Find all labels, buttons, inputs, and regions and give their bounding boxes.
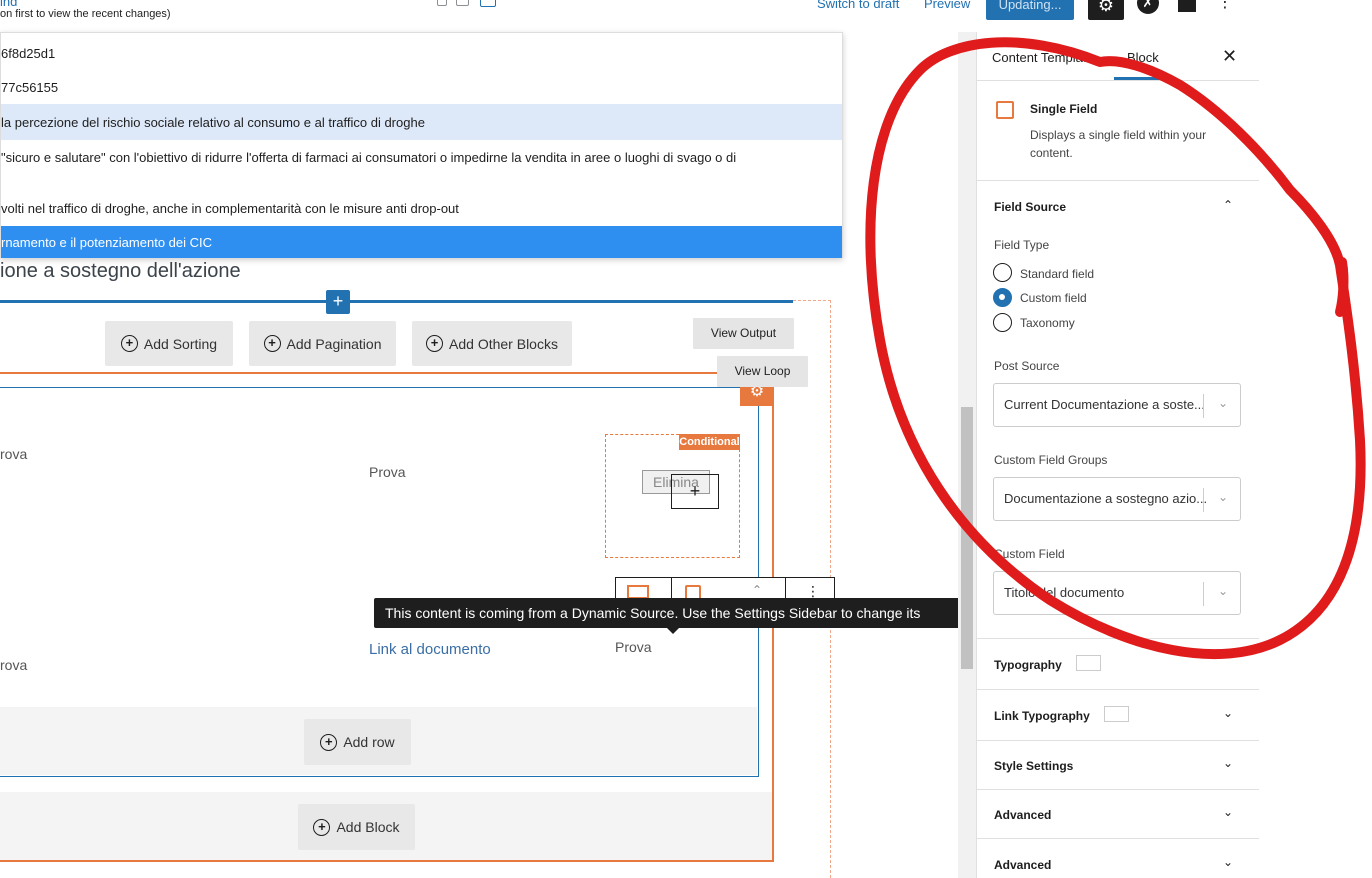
document-link[interactable]: Link al documento [369,641,491,658]
color-swatch[interactable] [1104,706,1129,722]
more-options-icon[interactable]: ⋮ [1217,0,1233,12]
post-source-label: Post Source [994,359,1060,373]
settings-gear-icon[interactable]: ⚙ [1088,0,1124,20]
custom-field-groups-select[interactable]: Documentazione a sostegno azio... ⌄ [993,477,1241,521]
dropdown-item[interactable]: "sicuro e salutare" con l'obiettivo di r… [1,140,842,192]
single-field-icon [996,101,1014,119]
divider [977,789,1259,790]
divider [977,740,1259,741]
add-block-button[interactable]: + Add Block [298,804,415,850]
custom-field-groups-label: Custom Field Groups [994,453,1108,467]
block-divider [0,300,793,303]
add-circle-icon: + [320,733,338,751]
tooltip-arrow [666,627,680,634]
custom-field-select[interactable]: Titolo del documento ⌄ [993,571,1241,615]
mobile-preview-icon[interactable] [437,0,447,6]
close-icon[interactable]: ✕ [1222,46,1237,67]
chevron-down-icon: ⌄ [1217,490,1228,504]
yoast-seo-icon[interactable]: ✗ [1137,0,1159,14]
notice-text: on first to view the recent changes) [0,8,171,20]
divider [977,838,1259,839]
style-settings-panel[interactable]: Style Settings [994,759,1073,773]
cell-text: Prova [369,464,406,480]
chevron-down-icon[interactable]: ⌄ [1223,805,1233,819]
typography-panel[interactable]: Typography [994,658,1062,672]
block-description: Displays a single field within your cont… [1030,128,1207,160]
add-circle-icon: + [263,335,281,352]
chevron-up-icon[interactable]: ⌃ [1223,198,1233,212]
add-row-button[interactable]: + Add row [304,719,411,765]
field-source-panel-title[interactable]: Field Source [994,200,1066,214]
radio-custom-field[interactable] [993,288,1012,307]
add-block-plus-icon[interactable]: + [326,290,350,314]
cell-text: rova [0,657,28,673]
chevron-down-icon[interactable]: ⌄ [1223,756,1233,770]
scrollbar-thumb[interactable] [961,407,973,669]
tab-content-template[interactable]: Content Template [992,50,1094,65]
divider [977,80,1259,81]
block-name: Single Field [1030,102,1098,116]
insert-plus-icon[interactable]: + [671,474,719,509]
divider [977,638,1259,639]
chevron-down-icon[interactable]: ⌄ [1223,855,1233,869]
post-source-select[interactable]: Current Documentazione a soste... ⌄ [993,383,1241,427]
radio-taxonomy[interactable] [993,313,1012,332]
advanced-panel[interactable]: Advanced [994,858,1051,872]
view-loop-button[interactable]: View Loop [717,356,808,387]
cell-text: Prova [615,639,652,655]
dropdown-item-selected[interactable]: rnamento e il potenziamento dei CIC [1,226,842,258]
add-circle-icon: + [426,335,444,352]
radio-label: Standard field [1020,267,1095,281]
add-circle-icon: + [313,818,331,836]
radio-label: Custom field [1020,291,1087,305]
cell-text: rova [0,446,28,462]
custom-field-label: Custom Field [994,547,1065,561]
dashed-outline [793,300,831,301]
autocomplete-dropdown: 6f8d25d1 77c56155 la percezione del risc… [0,32,843,258]
add-sorting-button[interactable]: + Add Sorting [105,321,233,366]
divider [977,689,1259,690]
block-inserter-icon[interactable] [1178,0,1196,12]
preview-button[interactable]: Preview [924,0,970,11]
dynamic-source-tooltip: This content is coming from a Dynamic So… [374,598,970,651]
advanced-panel[interactable]: Advanced [994,808,1051,822]
add-other-blocks-button[interactable]: + Add Other Blocks [412,321,572,366]
field-type-label: Field Type [994,238,1050,252]
section-heading: ione a sostegno dell'azione [0,260,241,282]
tab-block[interactable]: Block [1127,50,1159,65]
dropdown-item[interactable]: 6f8d25d1 [1,33,842,67]
views-block-icon[interactable] [627,585,649,599]
chevron-down-icon: ⌄ [1217,584,1228,598]
conditional-badge: Conditional [679,434,740,450]
radio-label: Taxonomy [1020,316,1075,330]
chevron-up-icon[interactable]: ⌃ [752,583,762,597]
radio-standard-field[interactable] [993,263,1012,282]
view-output-button[interactable]: View Output [693,318,794,349]
add-pagination-button[interactable]: + Add Pagination [249,321,396,366]
color-swatch[interactable] [1076,655,1101,671]
dropdown-item-hovered[interactable]: la percezione del rischio sociale relati… [1,104,842,140]
chevron-down-icon[interactable]: ⌄ [1223,706,1233,720]
dropdown-item[interactable]: 77c56155 [1,67,842,103]
dropdown-item[interactable]: volti nel traffico di droghe, anche in c… [1,192,842,226]
tablet-preview-icon[interactable] [456,0,469,6]
add-circle-icon: + [120,335,138,352]
desktop-preview-icon[interactable] [480,0,496,7]
settings-sidebar: Content Template Block ✕ Single Field Di… [976,32,1259,878]
chevron-down-icon: ⌄ [1217,396,1228,410]
switch-to-draft-button[interactable]: Switch to draft [817,0,899,11]
update-button[interactable]: Updating... [986,0,1074,20]
link-typography-panel[interactable]: Link Typography [994,709,1090,723]
editor-top-bar: ind on first to view the recent changes)… [0,0,1258,32]
divider [977,180,1259,181]
